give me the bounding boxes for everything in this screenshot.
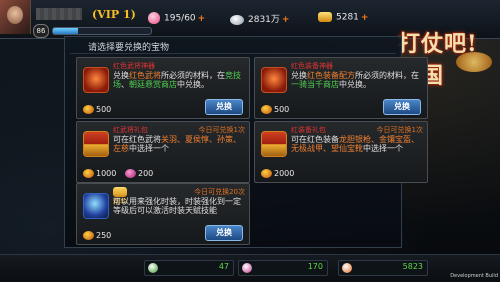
exp-bar: [52, 27, 152, 35]
coin-icon: [261, 169, 272, 178]
divider: [70, 53, 396, 54]
currency-3: 5823: [338, 260, 428, 276]
silver-icon: [230, 14, 244, 25]
exchange-card-red-equipment: 红色装备神器 兑换红色装备配方所必须的材料，在一骑当千商店中兑换。 500 兑换: [254, 57, 428, 119]
cost: 250: [83, 231, 111, 240]
red-orb-icon[interactable]: [261, 67, 287, 93]
currency-2-icon: [242, 263, 252, 273]
cost: 500: [83, 105, 111, 114]
panel-title: 请选择要兑换的宝物: [88, 43, 170, 53]
coin-icon: [83, 231, 94, 240]
avatar-face-icon: [7, 6, 23, 24]
add-gold-button[interactable]: +: [361, 13, 369, 23]
card-title: 红色武将神器: [113, 62, 155, 70]
treasure-chest-icon[interactable]: [261, 131, 287, 157]
gold-value: 5281: [336, 12, 359, 23]
card-title: 时装精华: [113, 187, 127, 206]
exchange-limit: 今日可兑换20次: [194, 188, 245, 196]
card-title: 红武将礼包: [113, 126, 148, 134]
cost: 1000: [83, 169, 116, 178]
card-description: 兑换红色武将所必须的材料，在竞技场、朝廷悬赏商店中兑换。: [113, 71, 241, 89]
exchange-card-fashion-essence: 时装精华 今日可兑换20次 可以用来强化时装，时装强化到一定等级后可以激活时装天…: [76, 183, 250, 245]
exchange-card-red-general: 红色武将神器 兑换红色武将所必须的材料，在竞技场、朝廷悬赏商店中兑换。 500 …: [76, 57, 250, 119]
treasure-chest-icon[interactable]: [83, 131, 109, 157]
silver-value: 2831万: [248, 15, 280, 25]
currency-2-value: 170: [307, 262, 323, 271]
currency-2: 170: [238, 260, 328, 276]
gold-ingot-icon: [318, 12, 332, 22]
cost: 2000: [261, 169, 294, 178]
coin-icon: [261, 105, 272, 114]
build-label: Development Build: [450, 273, 498, 279]
card-description: 兑换红色装备配方所必须的材料，在一骑当千商店中兑换。: [291, 71, 419, 89]
player-level: 86: [33, 24, 49, 38]
cost: 500: [261, 105, 289, 114]
currency-3-icon: [342, 263, 352, 273]
exchange-limit: 今日可兑换1次: [198, 126, 245, 134]
red-orb-icon[interactable]: [83, 67, 109, 93]
currency-3-value: 5823: [402, 262, 423, 271]
player-name-blurred: [36, 8, 82, 20]
exp-bar-fill: [53, 28, 78, 34]
exchange-button[interactable]: 兑换: [205, 225, 243, 241]
avatar[interactable]: [0, 0, 31, 34]
blue-gem-icon[interactable]: [83, 193, 109, 219]
cost-secondary: 200: [125, 169, 153, 178]
exchange-card-red-general-pack: 红武将礼包 今日可兑换1次 可在红色武将关羽、夏侯惇、孙策、左慈中选择一个 10…: [76, 121, 250, 183]
card-description: 可在红色装备龙胆银枪、金镶宝盔、无极战甲、望仙宝靴中选择一个: [291, 135, 419, 153]
card-description: 可以用来强化时装，时装强化到一定等级后可以激活时装天赋技能: [113, 197, 241, 215]
peach-icon: [148, 12, 160, 24]
vip-badge[interactable]: (VIP 1): [92, 8, 136, 21]
exchange-card-red-equipment-pack: 红装备礼包 今日可兑换1次 可在红色装备龙胆银枪、金镶宝盔、无极战甲、望仙宝靴中…: [254, 121, 428, 183]
card-title: 红装备礼包: [291, 126, 326, 134]
silver-resource: 2831万 +: [230, 12, 289, 25]
stamina-value: 195/60: [164, 13, 196, 24]
gem-coin-icon: [125, 169, 136, 178]
currency-1: 47: [144, 260, 234, 276]
currency-1-value: 47: [218, 262, 229, 271]
gold-resource: 5281 +: [318, 12, 368, 23]
coin-icon: [83, 169, 94, 178]
stamina-resource: 195/60 +: [148, 12, 205, 24]
exchange-limit: 今日可兑换1次: [376, 126, 423, 134]
card-description: 可在红色武将关羽、夏侯惇、孙策、左慈中选择一个: [113, 135, 241, 153]
add-silver-button[interactable]: +: [282, 15, 290, 25]
currency-1-icon: [148, 263, 158, 273]
card-title: 红色装备神器: [291, 62, 333, 70]
exchange-button[interactable]: 兑换: [205, 99, 243, 115]
add-stamina-button[interactable]: +: [198, 14, 206, 24]
exchange-button[interactable]: 兑换: [383, 99, 421, 115]
coin-icon: [83, 105, 94, 114]
